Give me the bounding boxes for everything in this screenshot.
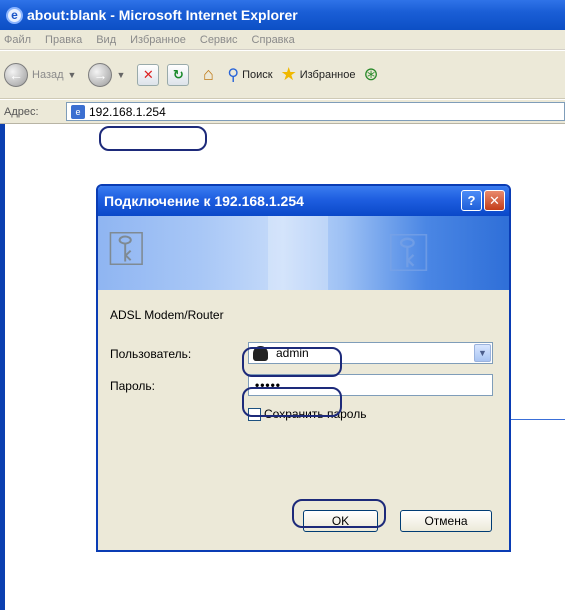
page-line — [509, 419, 565, 420]
back-button[interactable]: ← Назад ▼ — [4, 62, 80, 87]
menu-file[interactable]: Файл — [4, 34, 31, 46]
menu-help[interactable]: Справка — [252, 34, 295, 46]
chevron-down-icon[interactable]: ▼ — [474, 344, 491, 362]
forward-button[interactable]: → ▼ — [88, 62, 129, 87]
address-label: Адрес: — [4, 105, 39, 118]
address-highlight — [99, 126, 207, 151]
favorites-button[interactable]: ★ Избранное — [281, 64, 356, 85]
banner-key-icon: ⚿ — [388, 223, 430, 283]
dialog-title: Подключение к 192.168.1.254 — [104, 193, 304, 209]
home-button[interactable]: ⌂ — [197, 64, 219, 86]
window-left-border — [0, 124, 5, 610]
ie-titlebar: e about:blank - Microsoft Internet Explo… — [0, 0, 565, 30]
back-label: Назад — [32, 68, 64, 81]
ok-highlight — [292, 499, 386, 528]
menu-bar: Файл Правка Вид Избранное Сервис Справка — [0, 30, 565, 50]
keys-icon: ⚿ — [108, 223, 145, 276]
menu-tools[interactable]: Сервис — [200, 34, 238, 46]
refresh-button[interactable]: ↻ — [167, 63, 190, 86]
help-button[interactable]: ? — [461, 190, 482, 211]
password-label: Пароль: — [110, 379, 155, 393]
menu-edit[interactable]: Правка — [45, 34, 82, 46]
address-value: 192.168.1.254 — [89, 104, 166, 119]
page-icon: e — [71, 104, 85, 119]
stop-icon: ✕ — [137, 63, 160, 86]
back-arrow-icon: ← — [4, 62, 28, 87]
toolbar: ← Назад ▼ → ▼ ✕ ↻ ⌂ ⚲ Поиск ★ Избранное … — [0, 51, 565, 99]
forward-arrow-icon: → — [88, 62, 113, 87]
star-icon: ★ — [280, 64, 297, 84]
password-highlight — [242, 387, 342, 417]
address-input[interactable]: e 192.168.1.254 — [66, 102, 565, 121]
close-button[interactable]: ✕ — [484, 190, 505, 211]
search-icon: ⚲ — [227, 66, 240, 84]
cancel-button[interactable]: Отмена — [400, 510, 492, 532]
menu-favorites[interactable]: Избранное — [130, 34, 186, 46]
window-title: about:blank - Microsoft Internet Explore… — [27, 7, 298, 23]
search-button[interactable]: ⚲ Поиск — [227, 65, 272, 85]
media-button[interactable]: ⊛ — [363, 64, 378, 85]
menu-view[interactable]: Вид — [96, 34, 116, 46]
realm-text: ADSL Modem/Router — [110, 308, 224, 322]
ie-logo-icon: e — [6, 6, 23, 24]
username-highlight — [242, 347, 342, 377]
username-label: Пользователь: — [110, 347, 192, 361]
dialog-titlebar: Подключение к 192.168.1.254 ? ✕ — [98, 186, 509, 216]
address-bar: Адрес: e 192.168.1.254 — [0, 100, 565, 124]
forward-dropdown-icon[interactable]: ▼ — [116, 70, 125, 80]
search-label: Поиск — [242, 68, 273, 81]
banner-stripe — [268, 216, 328, 290]
media-icon: ⊛ — [363, 64, 379, 84]
back-dropdown-icon[interactable]: ▼ — [68, 70, 77, 80]
refresh-icon: ↻ — [167, 63, 190, 86]
home-icon: ⌂ — [202, 64, 214, 84]
favorites-label: Избранное — [299, 68, 356, 81]
stop-button[interactable]: ✕ — [137, 63, 160, 86]
dialog-banner: ⚿ ⚿ — [98, 216, 509, 290]
